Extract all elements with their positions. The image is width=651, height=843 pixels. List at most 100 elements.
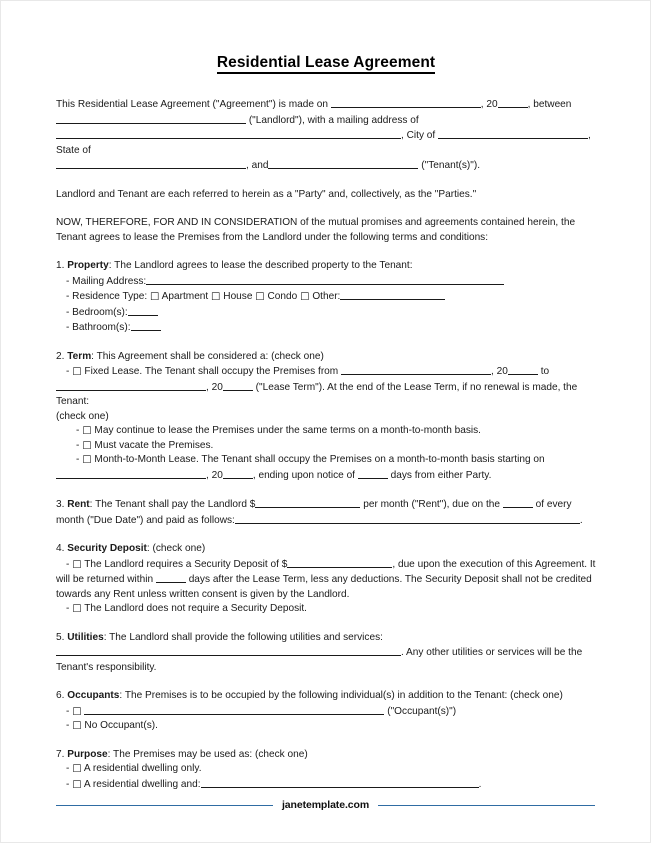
section-security-deposit: 4. Security Deposit: (check one) <box>56 542 596 557</box>
fixed-lease-start-date-blank[interactable] <box>341 364 492 375</box>
option-vacate-label: Must vacate the Premises. <box>94 439 214 451</box>
checkbox-vacate[interactable]: ☐ <box>82 440 91 452</box>
intro-line4-and: , and <box>246 160 269 171</box>
section-utilities: 5. Utilities: The Landlord shall provide… <box>56 631 596 676</box>
bullet-dash: - <box>66 720 70 731</box>
bathrooms-blank[interactable] <box>130 320 161 331</box>
rent-due-day-blank[interactable] <box>502 497 533 508</box>
property-bathrooms-row: - Bathroom(s): <box>56 320 596 336</box>
fixed-lease-text-b: , 20 <box>491 366 508 377</box>
section-rent: 3. Rent: The Tenant shall pay the Landlo… <box>56 497 596 528</box>
fixed-lease-end-date-blank[interactable] <box>56 380 206 391</box>
footer-brand: janetemplate.com <box>281 799 370 811</box>
landlord-address-blank[interactable] <box>56 128 401 139</box>
parties-clause: Landlord and Tenant are each referred to… <box>56 188 477 200</box>
fixed-lease-start-year-blank[interactable] <box>507 364 538 375</box>
deposit-amount-blank[interactable] <box>287 557 393 568</box>
section-utilities-number: 5. <box>56 631 65 643</box>
security-deposit-required-row: - ☐ The Landlord requires a Security Dep… <box>56 557 596 603</box>
purpose-dwelling-and-row: - ☐ A residential dwelling and:. <box>56 777 596 793</box>
checkbox-condo[interactable]: ☐ <box>255 292 264 303</box>
footer-rule-left <box>56 804 273 806</box>
checkbox-deposit-not-required[interactable]: ☐ <box>72 604 81 615</box>
section-utilities-text-a: : The Landlord shall provide the followi… <box>103 631 383 643</box>
option-other-label: Other: <box>312 291 341 302</box>
document-body: Residential Lease Agreement This Residen… <box>56 1 596 792</box>
dwelling-and-suffix: . <box>478 778 482 790</box>
intro-line2-text: ("Landlord"), with a mailing address of <box>248 114 419 126</box>
purpose-dwelling-only-row: - ☐ A residential dwelling only. <box>56 762 596 777</box>
section-occupants-number: 6. <box>56 690 65 701</box>
bedrooms-blank[interactable] <box>127 305 158 316</box>
mtm-notice-days-blank[interactable] <box>357 468 388 479</box>
fixed-lease-end-year-blank[interactable] <box>222 380 253 391</box>
mtm-start-year-blank[interactable] <box>222 468 253 479</box>
rent-payment-method-blank[interactable] <box>234 513 580 524</box>
deposit-required-text-a: The Landlord requires a Security Deposit… <box>84 558 288 570</box>
intro-line1-year-prefix: , 20 <box>480 99 498 110</box>
section-security-deposit-intro: : (check one) <box>146 543 206 554</box>
city-blank[interactable] <box>438 128 589 139</box>
bullet-dash: - <box>66 558 70 570</box>
section-purpose-intro: : The Premises may be used as: (check on… <box>107 748 308 760</box>
section-occupants-intro: : The Premises is to be occupied by the … <box>119 690 563 701</box>
term-check-one: (check one) <box>56 410 109 422</box>
no-occupants-label: No Occupant(s). <box>84 720 158 731</box>
option-condo-label: Condo <box>267 291 298 302</box>
checkbox-month-to-month[interactable]: ☐ <box>82 455 91 466</box>
property-bedrooms-row: - Bedroom(s): <box>56 305 596 321</box>
checkbox-house[interactable]: ☐ <box>211 292 220 303</box>
dwelling-and-blank[interactable] <box>200 777 479 788</box>
checkbox-apartment[interactable]: ☐ <box>150 292 159 303</box>
mtm-start-date-blank[interactable] <box>56 468 206 479</box>
bedrooms-label: - Bedroom(s): <box>66 306 128 318</box>
footer-rule-right <box>378 804 596 806</box>
term-option-month-to-month-row: - ☐ Month-to-Month Lease. The Tenant sha… <box>56 453 596 483</box>
checkbox-dwelling-and[interactable]: ☐ <box>72 779 81 791</box>
checkbox-other[interactable]: ☐ <box>300 292 309 303</box>
fixed-lease-text-a: Fixed Lease. The Tenant shall occupy the… <box>84 366 339 377</box>
option-mtm-text-c: , ending upon notice of <box>252 469 355 481</box>
state-blank[interactable] <box>56 158 246 169</box>
intro-paragraph: This Residential Lease Agreement ("Agree… <box>56 97 596 174</box>
mailing-address-blank[interactable] <box>146 274 505 285</box>
checkbox-dwelling-only[interactable]: ☐ <box>72 764 81 775</box>
date-blank[interactable] <box>330 97 481 108</box>
deposit-return-days-blank[interactable] <box>155 572 186 583</box>
checkbox-fixed-lease[interactable]: ☐ <box>72 367 81 378</box>
section-term-heading: Term <box>67 350 92 362</box>
option-mtm-text-d: days from either Party. <box>390 469 492 481</box>
occupants-names-blank[interactable] <box>84 704 385 715</box>
tenant-name-blank[interactable] <box>268 158 419 169</box>
bullet-dash: - <box>76 454 80 465</box>
rent-amount-blank[interactable] <box>255 497 361 508</box>
checkbox-continue-lease[interactable]: ☐ <box>82 426 91 437</box>
landlord-name-blank[interactable] <box>56 113 246 124</box>
dwelling-and-label: A residential dwelling and: <box>83 778 201 790</box>
deposit-not-required-label: The Landlord does not require a Security… <box>84 603 307 614</box>
residence-other-blank[interactable] <box>340 289 446 300</box>
option-mtm-text-a: Month-to-Month Lease. The Tenant shall o… <box>94 454 545 465</box>
section-rent-number: 3. <box>56 499 65 510</box>
bullet-dash: - <box>76 425 80 436</box>
checkbox-deposit-required[interactable]: ☐ <box>72 559 81 571</box>
residence-type-label: - Residence Type: <box>66 291 148 302</box>
dwelling-only-label: A residential dwelling only. <box>83 763 202 774</box>
section-rent-text-a: : The Tenant shall pay the Landlord $ <box>89 499 256 510</box>
bullet-dash: - <box>66 763 70 774</box>
checkbox-occupants-listed[interactable]: ☐ <box>72 706 81 718</box>
utilities-provided-blank[interactable] <box>56 645 401 656</box>
section-property-intro: : The Landlord agrees to lease the descr… <box>108 260 413 271</box>
checkbox-no-occupants[interactable]: ☐ <box>72 721 81 732</box>
year-blank[interactable] <box>497 97 528 108</box>
lease-agreement-page: Residential Lease Agreement This Residen… <box>0 0 651 843</box>
option-mtm-text-b: , 20 <box>206 469 223 481</box>
property-residence-type-row: - Residence Type: ☐ Apartment ☐ House ☐ … <box>56 289 596 305</box>
